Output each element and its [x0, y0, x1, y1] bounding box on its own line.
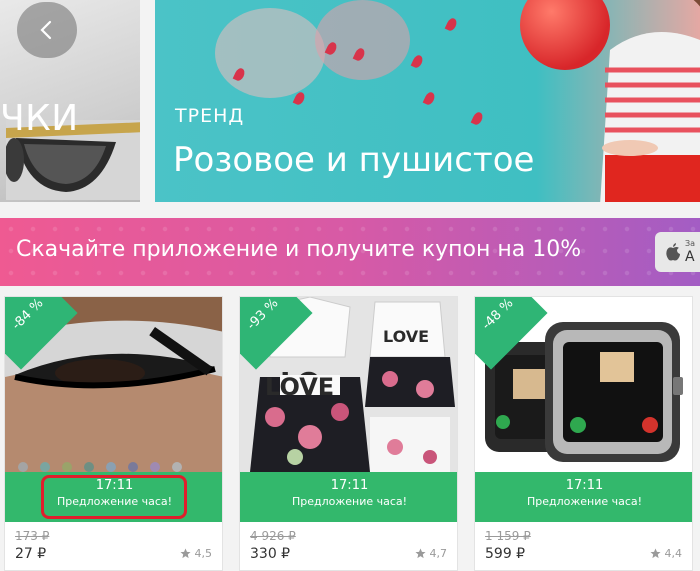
product-card[interactable]: -84 % 17:11 Предложение часа! 173 ₽ 27 ₽…: [4, 296, 223, 571]
star-icon: [414, 548, 426, 559]
deal-timer: 17:11: [565, 478, 604, 493]
rating-value: 4,7: [429, 547, 448, 560]
app-store-button[interactable]: За A: [655, 232, 700, 272]
product-card[interactable]: -48 % 17:11 Предложение часа! 1 159 ₽ 59…: [474, 296, 693, 571]
svg-text:LOVE: LOVE: [265, 373, 334, 401]
old-price: 4 926 ₽: [250, 529, 296, 543]
store-small-label: За: [685, 239, 696, 248]
product-image: -84 %: [5, 297, 222, 472]
page: ЧКИ ТРЕНД Розовое и пушистое Скачайте пр…: [0, 0, 700, 571]
app-promo-banner[interactable]: Скачайте приложение и получите купон на …: [0, 218, 700, 286]
deal-of-hour: 17:11 Предложение часа!: [475, 472, 692, 522]
star-icon: [649, 548, 661, 559]
store-label: За A: [685, 239, 695, 265]
product-image: LO LOVE LOVE -93 %: [240, 297, 457, 472]
old-price: 173 ₽: [15, 529, 50, 543]
rating: 4,5: [179, 547, 213, 560]
petal-decor: [410, 53, 425, 70]
highlight-outline: [41, 475, 187, 519]
current-price: 599 ₽: [485, 546, 526, 562]
product-card[interactable]: LO LOVE LOVE -93 % 17:11 Предложение час…: [239, 296, 458, 571]
product-image: -48 %: [475, 297, 692, 472]
banner-label: ЧКИ: [0, 98, 79, 139]
svg-text:LOVE: LOVE: [383, 327, 429, 346]
deal-of-hour: 17:11 Предложение часа!: [240, 472, 457, 522]
promo-text: Скачайте приложение и получите купон на …: [16, 237, 582, 262]
rating: 4,7: [414, 547, 448, 560]
deal-label: Предложение часа!: [526, 495, 643, 508]
star-icon: [179, 548, 191, 559]
deal-label: Предложение часа!: [291, 495, 408, 508]
old-price: 1 159 ₽: [485, 529, 531, 543]
decor-blob: [315, 0, 410, 80]
deal-timer: 17:11: [330, 478, 369, 493]
back-button[interactable]: [17, 2, 77, 58]
rating-value: 4,5: [194, 547, 213, 560]
trend-kicker: ТРЕНД: [175, 105, 245, 127]
petal-decor: [422, 90, 437, 107]
current-price: 330 ₽: [250, 546, 291, 562]
trend-banner[interactable]: ТРЕНД Розовое и пушистое: [155, 0, 700, 202]
store-big-label: A: [685, 249, 695, 265]
deal-of-hour: 17:11 Предложение часа!: [5, 472, 222, 522]
model-image: [600, 0, 700, 202]
decor-blob: [215, 8, 325, 98]
current-price: 27 ₽: [15, 546, 47, 562]
petal-decor: [444, 16, 459, 33]
chevron-left-icon: [40, 20, 52, 40]
apple-icon: [666, 243, 680, 261]
rating: 4,4: [649, 547, 683, 560]
trend-title: Розовое и пушистое: [173, 140, 535, 180]
rating-value: 4,4: [664, 547, 683, 560]
petal-decor: [470, 110, 485, 127]
